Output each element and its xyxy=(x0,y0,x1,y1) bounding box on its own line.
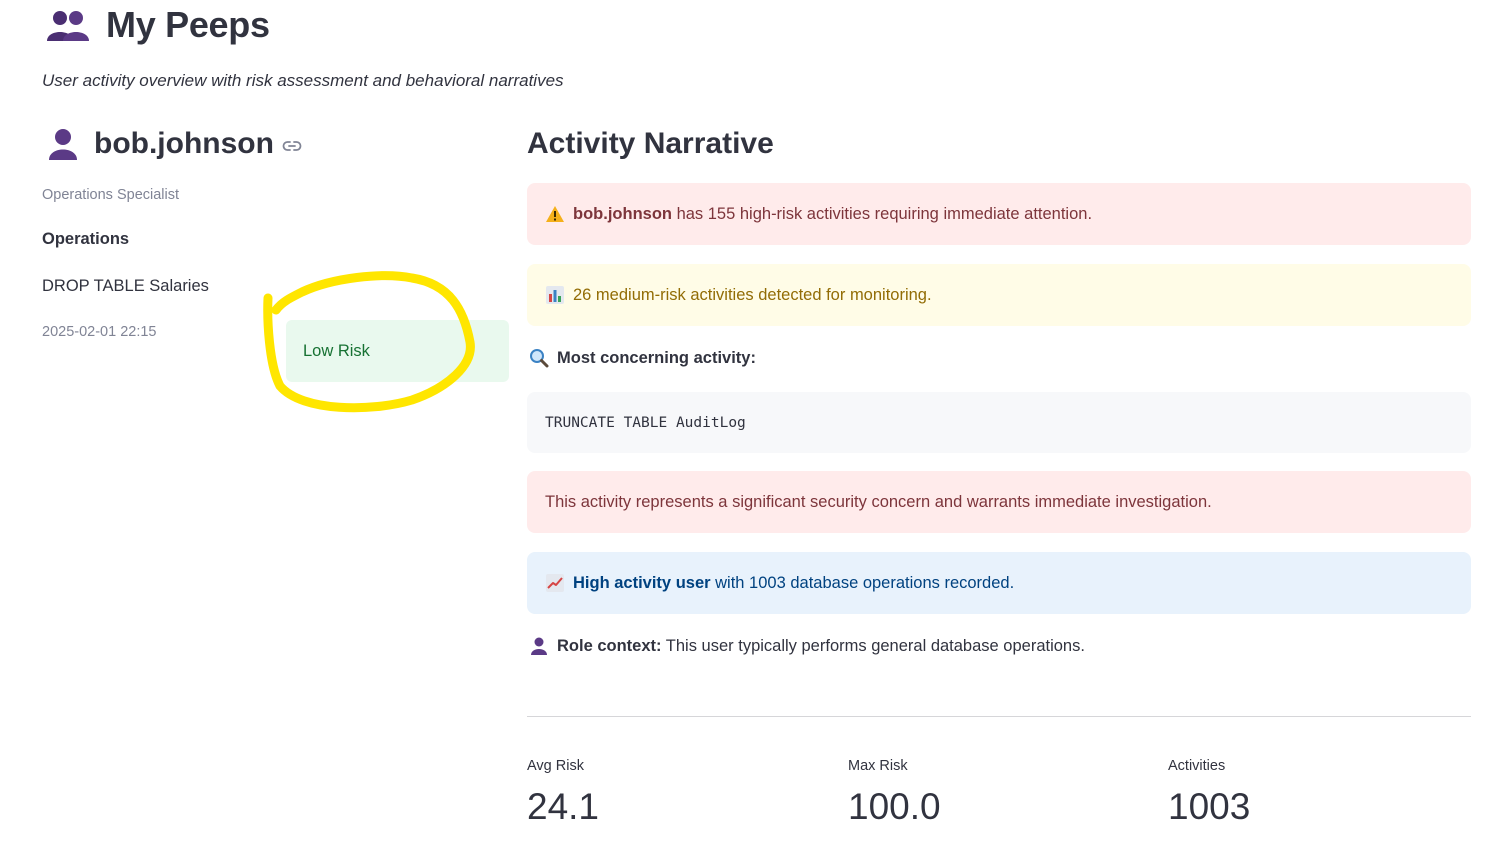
metric-value-max-risk: 100.0 xyxy=(848,786,941,827)
activity-level-text: with 1003 database operations recorded. xyxy=(710,573,1015,592)
high-risk-text: has 155 high-risk activities requiring i… xyxy=(671,204,1093,223)
activity-level-alert: High activity user with 1003 database op… xyxy=(527,552,1471,614)
latest-activity: DROP TABLE Salaries xyxy=(42,277,209,295)
most-concerning-heading: Most concerning activity: xyxy=(529,348,756,368)
warning-icon xyxy=(546,206,564,222)
metric-label-avg-risk: Avg Risk xyxy=(527,758,584,774)
narrative-title: Activity Narrative xyxy=(527,127,774,160)
role-context-text: This user typically performs general dat… xyxy=(661,636,1085,655)
medium-risk-alert: 26 medium-risk activities detected for m… xyxy=(527,264,1471,326)
bar-chart-icon xyxy=(546,286,564,304)
most-concerning-label: Most concerning activity: xyxy=(557,348,756,367)
page-header: My Peeps xyxy=(46,4,270,46)
risk-badge: Low Risk xyxy=(286,320,509,382)
user-role: Operations Specialist xyxy=(42,187,180,203)
concern-alert: This activity represents a significant s… xyxy=(527,471,1471,533)
metric-label-max-risk: Max Risk xyxy=(848,758,908,774)
chart-increasing-icon xyxy=(546,574,564,592)
busts-in-silhouette-icon xyxy=(47,11,89,41)
user-heading: bob.johnson xyxy=(46,127,302,161)
bust-in-silhouette-icon xyxy=(49,129,77,160)
role-context: Role context: This user typically perfor… xyxy=(529,636,1085,656)
medium-risk-text: 26 medium-risk activities detected for m… xyxy=(573,285,932,304)
user-department: Operations xyxy=(42,230,130,248)
divider xyxy=(527,716,1471,717)
metric-label-activities: Activities xyxy=(1168,758,1226,774)
page-subtitle: User activity overview with risk assessm… xyxy=(42,71,564,90)
magnifying-glass-icon xyxy=(530,349,549,368)
anchor-link-icon[interactable] xyxy=(282,136,302,156)
bust-in-silhouette-icon xyxy=(531,637,547,655)
role-context-label: Role context: xyxy=(557,636,662,655)
high-risk-alert: bob.johnson has 155 high-risk activities… xyxy=(527,183,1471,245)
activity-level-bold: High activity user xyxy=(573,573,711,592)
concern-text: This activity represents a significant s… xyxy=(545,492,1212,511)
concerning-query-code: TRUNCATE TABLE AuditLog xyxy=(527,392,1471,453)
user-name: bob.johnson xyxy=(94,127,274,160)
page-title: My Peeps xyxy=(106,4,270,45)
high-risk-user: bob.johnson xyxy=(573,204,672,223)
metric-value-activities: 1003 xyxy=(1168,786,1251,827)
metric-value-avg-risk: 24.1 xyxy=(527,786,600,827)
activity-timestamp: 2025-02-01 22:15 xyxy=(42,324,157,340)
